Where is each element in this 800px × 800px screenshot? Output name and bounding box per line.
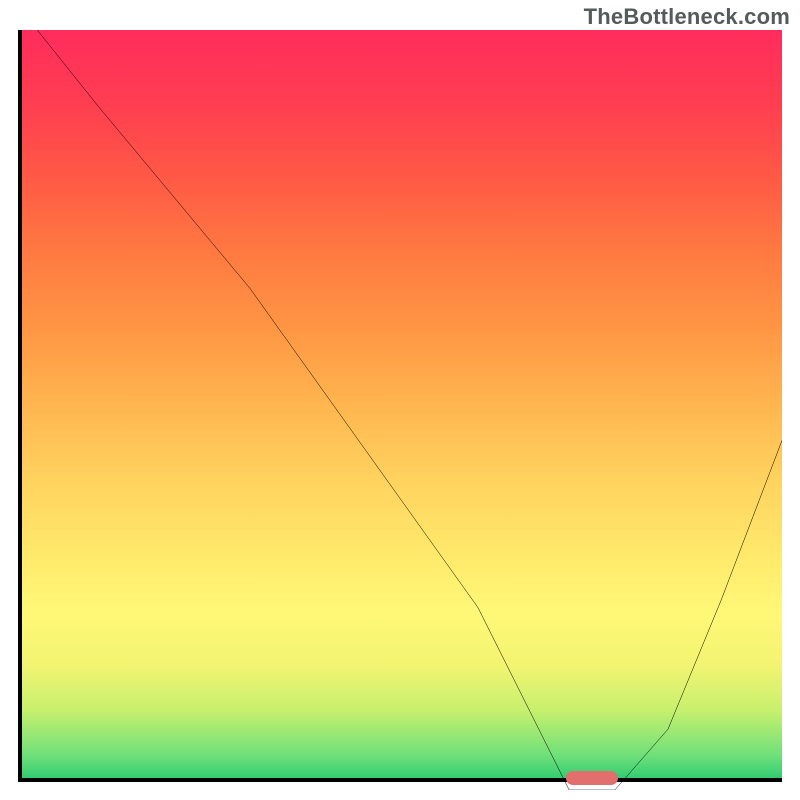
watermark-text: TheBottleneck.com [584,4,790,30]
chart-plot-area [18,30,782,782]
chart-curve [22,30,782,790]
minimum-marker [566,771,618,785]
